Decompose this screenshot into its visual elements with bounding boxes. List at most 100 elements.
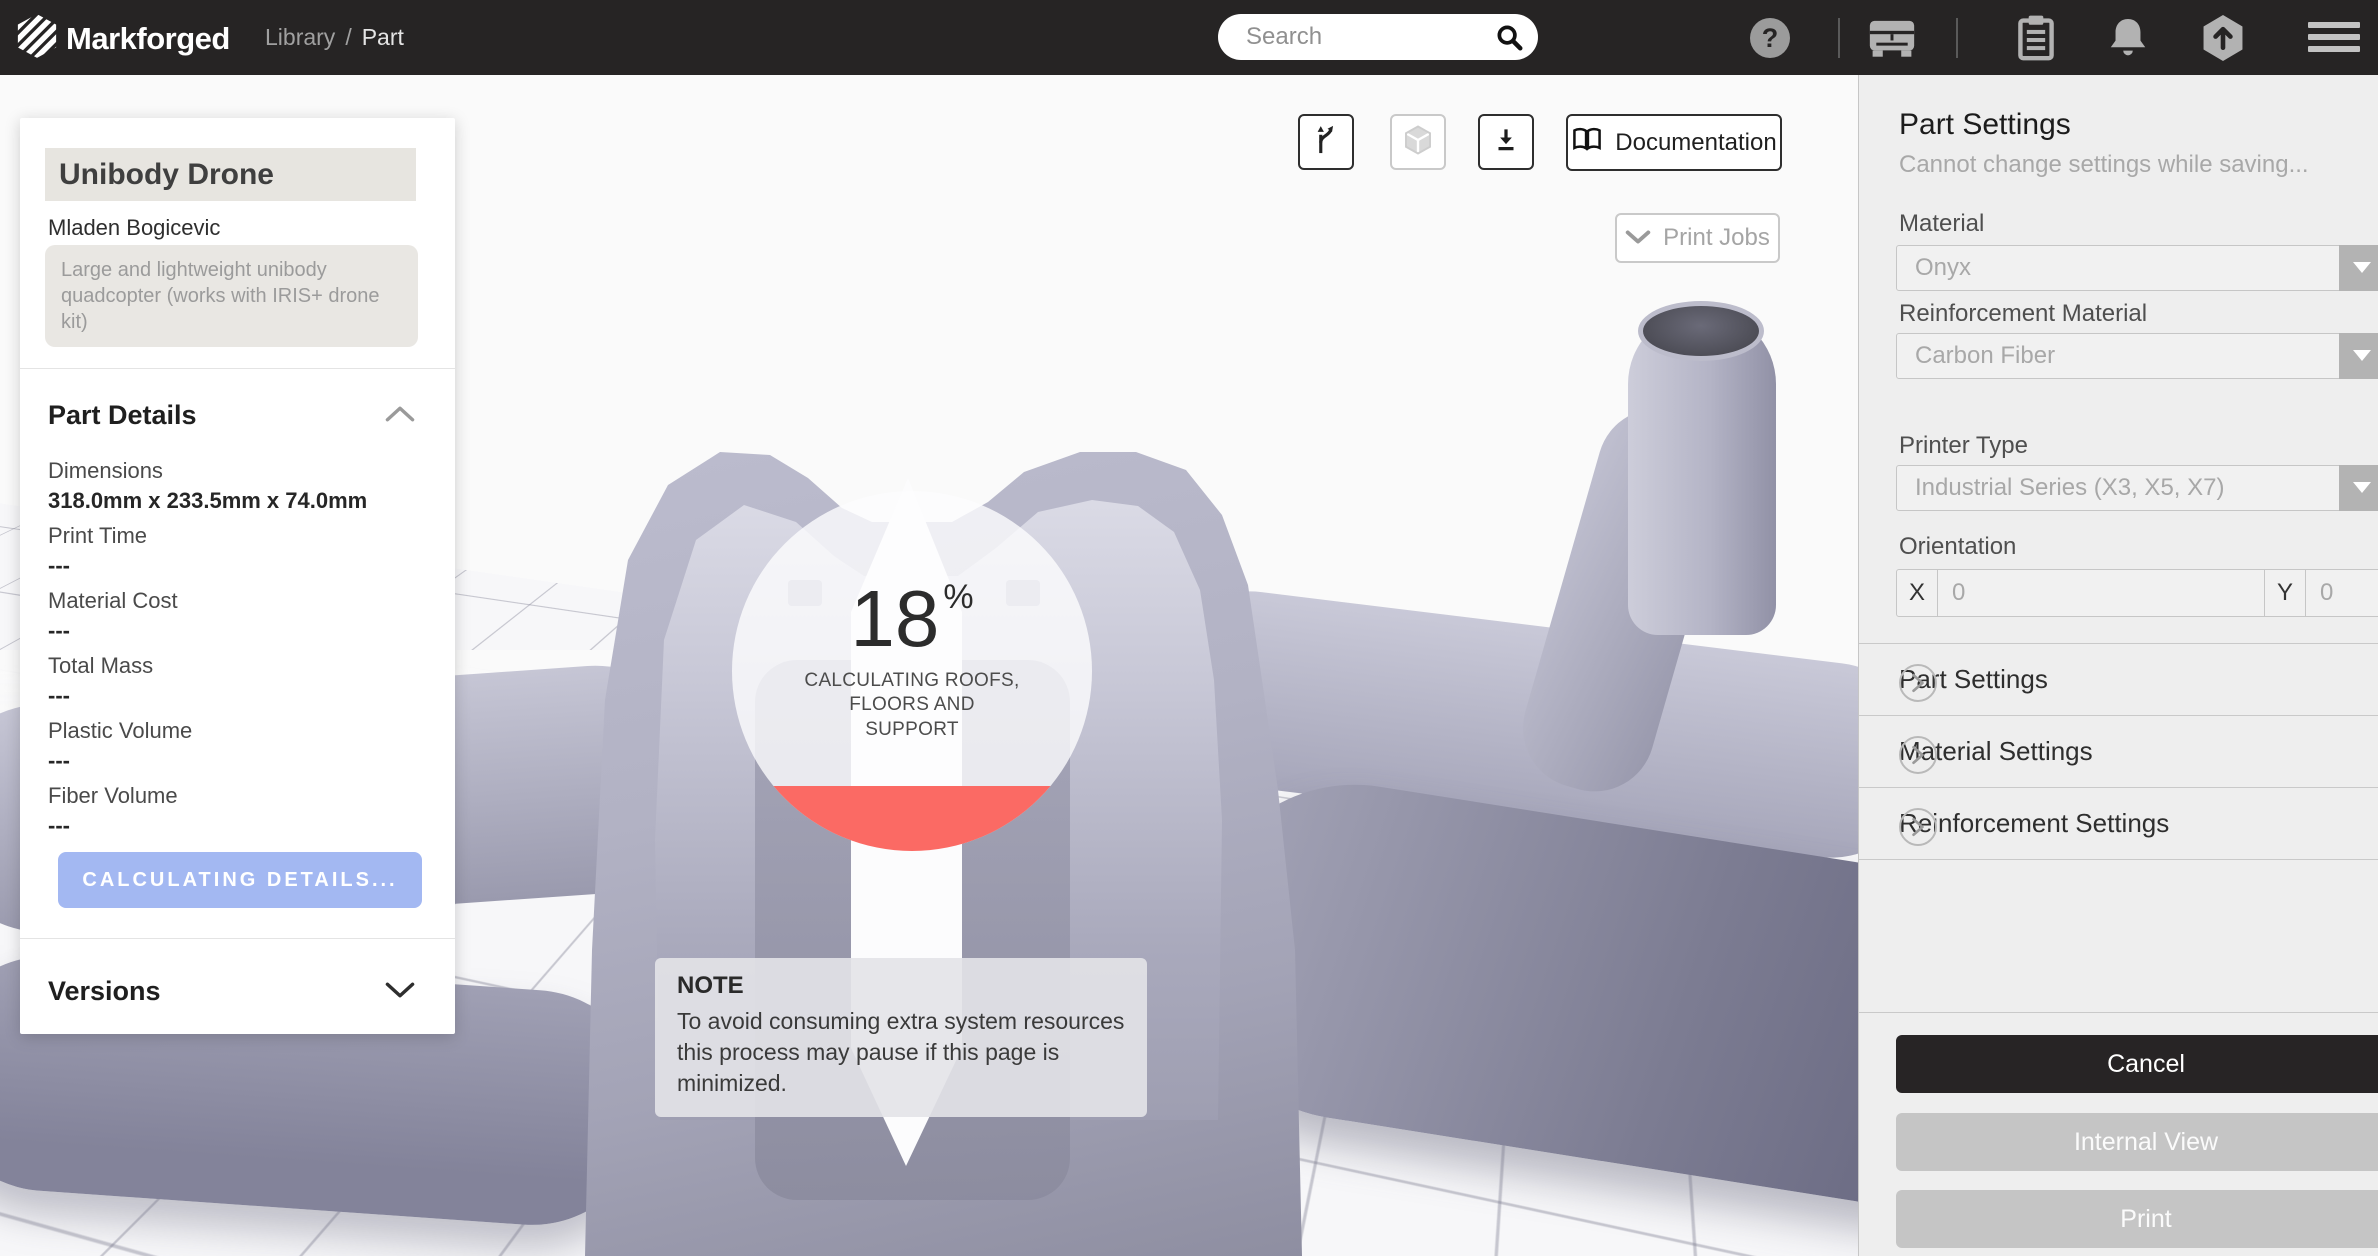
detail-value: --- <box>48 813 428 839</box>
section-part-settings[interactable]: Part Settings <box>1859 644 2378 714</box>
material-label: Material <box>1899 210 1984 238</box>
motor-pod-opening <box>1638 301 1764 361</box>
detail-label: Dimensions <box>48 458 428 484</box>
part-author: Mladen Bogicevic <box>48 215 220 241</box>
panel-divider <box>1859 859 2378 860</box>
printer-type-dropdown: Industrial Series (X3, X5, X7) <box>1896 465 2378 511</box>
part-info-card: Unibody Drone Mladen Bogicevic Large and… <box>20 118 455 1034</box>
documentation-button[interactable]: Documentation <box>1566 114 1782 171</box>
branch-icon <box>1310 123 1342 162</box>
chevron-right-circle-icon[interactable] <box>1899 736 1937 774</box>
topbar-divider <box>1956 18 1958 58</box>
panel-subtitle: Cannot change settings while saving... <box>1899 151 2309 179</box>
orientation-y-input[interactable] <box>2306 570 2378 616</box>
card-divider <box>20 938 455 939</box>
detail-label: Print Time <box>48 523 428 549</box>
percent-sign: % <box>943 578 973 616</box>
fork-version-button[interactable] <box>1298 114 1354 170</box>
brand-name: Markforged <box>66 21 230 57</box>
breadcrumb-separator: / <box>345 24 351 51</box>
book-icon <box>1571 125 1603 160</box>
cancel-button[interactable]: Cancel <box>1896 1035 2378 1093</box>
help-icon[interactable]: ? <box>1750 18 1790 58</box>
print-jobs-button: Print Jobs <box>1615 213 1780 263</box>
section-label: Reinforcement Settings <box>1899 808 2169 839</box>
detail-label: Fiber Volume <box>48 783 428 809</box>
detail-value: 318.0mm x 233.5mm x 74.0mm <box>48 488 428 514</box>
chevron-up-icon[interactable] <box>385 406 415 427</box>
download-icon <box>1491 125 1521 160</box>
download-button[interactable] <box>1478 114 1534 170</box>
reinforcement-material-dropdown: Carbon Fiber <box>1896 333 2378 379</box>
reinforcement-material-label: Reinforcement Material <box>1899 300 2147 328</box>
progress-percent: 18% <box>732 579 1092 659</box>
axis-y-label: Y <box>2265 570 2306 616</box>
section-reinforcement-settings[interactable]: Reinforcement Settings <box>1859 788 2378 858</box>
panel-divider <box>1859 1012 2378 1013</box>
clipboard-icon[interactable] <box>2014 14 2058 67</box>
note-title: NOTE <box>677 972 1125 1000</box>
markforged-logo[interactable]: Markforged <box>16 13 230 64</box>
chevron-right-circle-icon[interactable] <box>1899 808 1937 846</box>
dropdown-arrow-icon <box>2339 333 2378 379</box>
breadcrumb-part: Part <box>362 24 404 51</box>
chevron-right-circle-icon[interactable] <box>1899 664 1937 702</box>
detail-label: Total Mass <box>48 653 428 679</box>
axis-x-label: X <box>1897 570 1938 616</box>
eiger-part-page: 18% CALCULATING ROOFS, FLOORS AND SUPPOR… <box>0 0 2378 1256</box>
material-dropdown: Onyx <box>1896 245 2378 291</box>
menu-icon[interactable] <box>2308 22 2360 58</box>
cube-icon <box>1400 122 1436 163</box>
part-settings-panel: Part Settings Cannot change settings whi… <box>1858 75 2378 1256</box>
detail-value: --- <box>48 683 428 709</box>
upload-hex-icon[interactable] <box>2200 13 2246 68</box>
detail-label: Material Cost <box>48 588 428 614</box>
search-icon[interactable] <box>1494 22 1524 57</box>
internal-view-cube-button <box>1390 114 1446 170</box>
orientation-x-input[interactable] <box>1938 570 2264 616</box>
dropdown-arrow-icon <box>2339 465 2378 511</box>
printer-type-value: Industrial Series (X3, X5, X7) <box>1897 466 2378 509</box>
documentation-label: Documentation <box>1615 129 1776 157</box>
detail-row-material-cost: Material Cost --- <box>48 588 428 644</box>
search-input[interactable] <box>1218 14 1538 60</box>
orientation-y-group: Y <box>2265 570 2378 616</box>
progress-fill-red <box>732 786 1092 851</box>
progress-status-text: CALCULATING ROOFS, FLOORS AND SUPPORT <box>802 669 1022 742</box>
detail-value: --- <box>48 748 428 774</box>
orientation-inputs: X Y Z <box>1896 569 2378 617</box>
printer-icon[interactable] <box>1868 17 1916 63</box>
reinforcement-material-value: Carbon Fiber <box>1897 334 2378 377</box>
versions-heading[interactable]: Versions <box>48 976 161 1007</box>
chevron-down-icon[interactable] <box>385 982 415 1003</box>
detail-row-plastic-volume: Plastic Volume --- <box>48 718 428 774</box>
note-box: NOTE To avoid consuming extra system res… <box>655 958 1147 1117</box>
part-details-heading: Part Details <box>48 400 197 431</box>
detail-row-print-time: Print Time --- <box>48 523 428 579</box>
section-material-settings[interactable]: Material Settings <box>1859 716 2378 786</box>
orientation-x-group: X <box>1897 570 2265 616</box>
detail-value: --- <box>48 618 428 644</box>
detail-row-fiber-volume: Fiber Volume --- <box>48 783 428 839</box>
printer-type-label: Printer Type <box>1899 432 2028 460</box>
calculating-details-button: CALCULATING DETAILS... <box>58 852 422 908</box>
orientation-label: Orientation <box>1899 533 2016 561</box>
note-body: To avoid consuming extra system resource… <box>677 1006 1125 1099</box>
topbar-divider <box>1838 18 1840 58</box>
markforged-hex-icon <box>16 13 58 64</box>
breadcrumb-library[interactable]: Library <box>265 24 335 51</box>
internal-view-button: Internal View <box>1896 1113 2378 1171</box>
bell-icon[interactable] <box>2106 15 2150 64</box>
slicing-progress-indicator: 18% CALCULATING ROOFS, FLOORS AND SUPPOR… <box>732 491 1092 851</box>
breadcrumb: Library / Part <box>265 24 404 51</box>
print-jobs-label: Print Jobs <box>1663 224 1770 252</box>
panel-title: Part Settings <box>1899 108 2071 142</box>
topbar: Markforged Library / Part ? <box>0 0 2378 75</box>
part-description[interactable]: Large and lightweight unibody quadcopter… <box>45 245 418 347</box>
part-title[interactable]: Unibody Drone <box>45 148 416 201</box>
print-button: Print <box>1896 1190 2378 1248</box>
detail-row-dimensions: Dimensions 318.0mm x 233.5mm x 74.0mm <box>48 458 428 514</box>
dropdown-arrow-icon <box>2339 245 2378 291</box>
detail-value: --- <box>48 553 428 579</box>
search-box <box>1218 14 1538 60</box>
